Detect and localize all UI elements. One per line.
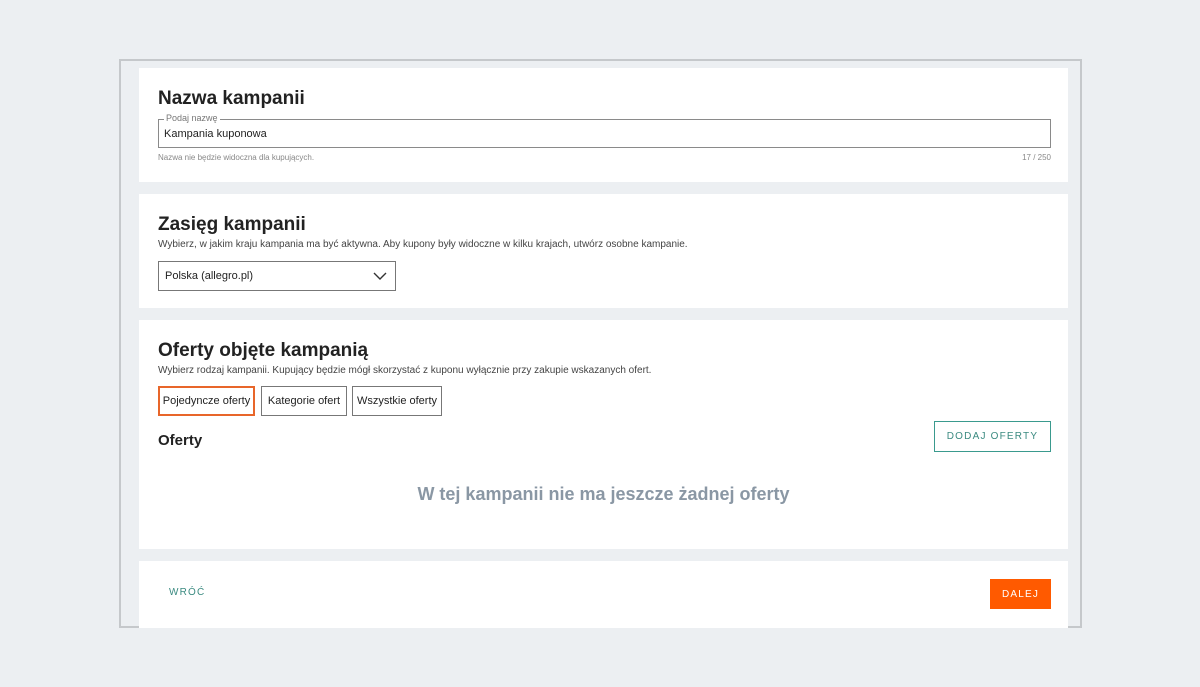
country-select[interactable]: Polska (allegro.pl) (158, 261, 396, 291)
campaign-name-value[interactable]: Kampania kuponowa (164, 128, 267, 140)
type-all-offers-button[interactable]: Wszystkie oferty (352, 386, 442, 416)
campaign-name-title: Nazwa kampanii (158, 88, 305, 109)
back-button[interactable]: WRÓĆ (169, 587, 205, 598)
add-offers-button[interactable]: DODAJ OFERTY (934, 421, 1051, 452)
empty-offers-message: W tej kampanii nie ma jeszcze żadnej ofe… (417, 484, 790, 504)
type-offer-categories-button[interactable]: Kategorie ofert (261, 386, 347, 416)
campaign-name-input[interactable]: Podaj nazwę Kampania kuponowa (158, 113, 1051, 148)
campaign-offers-title: Oferty objęte kampanią (158, 340, 369, 361)
country-select-value: Polska (allegro.pl) (165, 270, 254, 282)
campaign-name-counter: 17 / 250 (1022, 153, 1051, 162)
campaign-name-card: Nazwa kampanii Podaj nazwę Kampania kupo… (139, 68, 1068, 182)
campaign-scope-card: Zasięg kampanii Wybierz, w jakim kraju k… (139, 194, 1068, 308)
campaign-scope-description: Wybierz, w jakim kraju kampania ma być a… (158, 239, 688, 250)
campaign-form-frame: Nazwa kampanii Podaj nazwę Kampania kupo… (119, 59, 1082, 628)
campaign-offers-card: Oferty objęte kampanią Wybierz rodzaj ka… (139, 320, 1068, 549)
campaign-scope-title: Zasięg kampanii (158, 214, 306, 235)
offers-heading: Oferty (158, 432, 203, 449)
type-single-offers-button[interactable]: Pojedyncze oferty (158, 386, 255, 416)
next-button[interactable]: DALEJ (990, 579, 1051, 609)
chevron-down-icon (373, 272, 387, 280)
campaign-name-hint: Nazwa nie będzie widoczna dla kupujących… (158, 153, 315, 162)
campaign-name-label: Podaj nazwę (164, 113, 220, 123)
campaign-offers-description: Wybierz rodzaj kampanii. Kupujący będzie… (158, 365, 652, 376)
form-footer: WRÓĆ DALEJ (139, 561, 1068, 628)
